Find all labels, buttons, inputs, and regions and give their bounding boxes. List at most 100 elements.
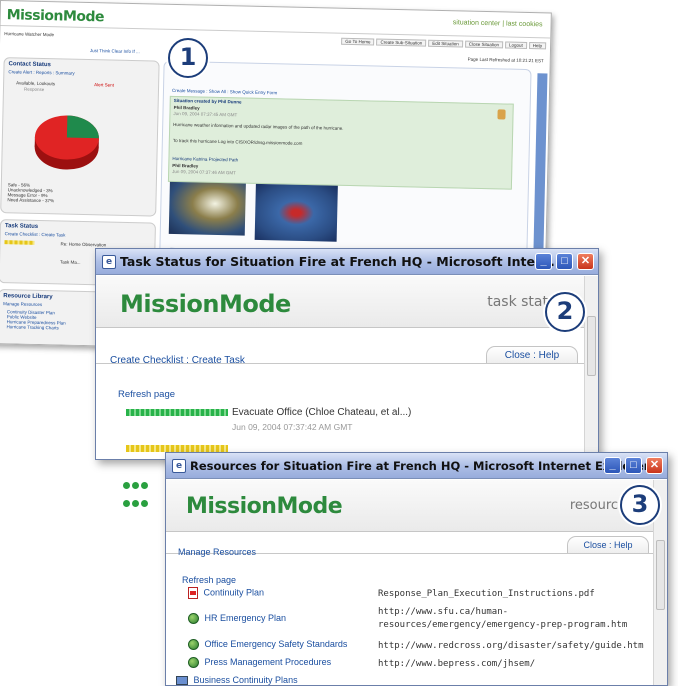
callout-badge-3: 3 bbox=[620, 485, 660, 525]
resource-row-business-continuity[interactable]: Business Continuity Plans bbox=[176, 675, 298, 685]
refresh-page-link[interactable]: Refresh page bbox=[118, 389, 175, 400]
link-separator: | bbox=[502, 20, 505, 28]
task2-progress-bar bbox=[126, 445, 228, 452]
status-dot bbox=[141, 500, 148, 507]
task1-date: Jun 09, 2004 07:37:42 AM GMT bbox=[232, 422, 353, 432]
callout-badge-1: 1 bbox=[168, 38, 208, 78]
resources-titlebar[interactable]: e Resources for Situation Fire at French… bbox=[166, 453, 667, 479]
top-links: situation center | last cookies bbox=[453, 19, 543, 28]
resource-row-press-management[interactable]: Press Management Procedures bbox=[188, 657, 332, 669]
missionmode-logo: MissionMode bbox=[186, 494, 343, 519]
legend-need-assistance: Need Assistance - 37% bbox=[7, 197, 55, 204]
task-status-window: e Task Status for Situation Fire at Fren… bbox=[95, 248, 599, 460]
maximize-button[interactable]: □ bbox=[556, 253, 573, 270]
globe-icon bbox=[188, 639, 199, 651]
status-dot bbox=[132, 482, 139, 489]
task-status-title: Task Status bbox=[4, 223, 39, 230]
main-links[interactable]: Create Message : Show All : Show Quick E… bbox=[172, 88, 277, 95]
scroll-thumb[interactable] bbox=[587, 316, 596, 376]
resource-value: Response_Plan_Execution_Instructions.pdf bbox=[378, 589, 595, 599]
task-status-titlebar[interactable]: e Task Status for Situation Fire at Fren… bbox=[96, 249, 598, 275]
resource-value-continued[interactable]: resources/emergency/emergency-prep-progr… bbox=[378, 620, 627, 630]
folder-icon bbox=[176, 676, 188, 685]
resource-list: Continuity Disaster Plan Public Website … bbox=[7, 309, 66, 330]
minimize-button[interactable]: _ bbox=[604, 457, 621, 474]
resource-name[interactable]: HR Emergency Plan bbox=[205, 613, 287, 623]
page-header: MissionMode resource libr bbox=[166, 480, 653, 532]
ie-icon: e bbox=[172, 458, 186, 473]
lock-icon bbox=[497, 109, 506, 120]
resource-value[interactable]: http://www.bepress.com/jhsem/ bbox=[378, 659, 535, 669]
pdf-icon bbox=[188, 587, 198, 599]
close-window-button[interactable]: ✕ bbox=[646, 457, 663, 474]
resource-library-title: Resource Library bbox=[3, 293, 53, 301]
window-title: Resources for Situation Fire at French H… bbox=[190, 458, 650, 473]
create-sub-situation-button[interactable]: Create Sub-Situation bbox=[376, 38, 427, 47]
missionmode-logo: MissionMode bbox=[6, 7, 105, 26]
resource-name[interactable]: Business Continuity Plans bbox=[194, 675, 298, 685]
status-dot bbox=[141, 482, 148, 489]
post-author: Phil Bradley bbox=[172, 162, 199, 169]
close-help-tab[interactable]: Close : Help bbox=[486, 346, 578, 364]
help-line[interactable]: Just Think Clear Info If ... bbox=[90, 48, 140, 54]
logout-button[interactable]: Logout bbox=[504, 41, 527, 49]
task2-progress-fill bbox=[126, 445, 228, 452]
minimize-button[interactable]: _ bbox=[535, 253, 552, 270]
post-author: Phil Bradley bbox=[173, 104, 200, 111]
contact-status-panel: Contact Status Create Alert : Reports : … bbox=[0, 57, 160, 217]
task-status-dots bbox=[123, 494, 150, 512]
task-item-1[interactable]: Re: Home Observation bbox=[60, 241, 106, 247]
contact-status-legend: Safe - 56% Unacknowledged - 3% Message E… bbox=[7, 182, 54, 203]
toolbar: Go To Home Create Sub-Situation Edit Sit… bbox=[341, 37, 547, 50]
ie-icon: e bbox=[102, 254, 116, 269]
resource-row-hr-emergency-plan[interactable]: HR Emergency Plan bbox=[188, 613, 287, 625]
last-refresh: Page Last Refreshed at 10:21:21 EST bbox=[467, 56, 544, 64]
weather-map-image-1[interactable] bbox=[168, 181, 246, 236]
task1-label[interactable]: Evacuate Office (Chloe Chateau, et al...… bbox=[232, 407, 411, 418]
manage-resources-link[interactable]: Manage Resources bbox=[178, 547, 256, 557]
status-dot bbox=[123, 482, 130, 489]
callout-badge-2: 2 bbox=[545, 292, 585, 332]
task-window-scrollbar[interactable] bbox=[584, 276, 598, 459]
task-status-links[interactable]: Create Checklist : Create Task bbox=[5, 231, 66, 237]
go-home-button[interactable]: Go To Home bbox=[341, 37, 375, 46]
last-cookies-link[interactable]: last cookies bbox=[506, 20, 543, 28]
resource-name[interactable]: Press Management Procedures bbox=[205, 657, 332, 667]
resource-row-office-safety[interactable]: Office Emergency Safety Standards bbox=[188, 639, 348, 651]
create-links[interactable]: Create Checklist : Create Task bbox=[110, 355, 245, 366]
weather-map-image-2[interactable] bbox=[254, 183, 338, 242]
close-help-tab[interactable]: Close : Help bbox=[567, 536, 649, 554]
contact-status-pie-chart bbox=[34, 115, 99, 170]
globe-icon bbox=[188, 613, 199, 625]
task-status-dots bbox=[123, 476, 150, 494]
resource-value[interactable]: http://www.redcross.org/disaster/safety/… bbox=[378, 641, 644, 651]
edit-situation-button[interactable]: Edit Situation bbox=[428, 39, 463, 48]
resource-name[interactable]: Continuity Plan bbox=[204, 587, 265, 597]
divider bbox=[0, 25, 551, 39]
manage-resources-link[interactable]: Manage Resources bbox=[3, 301, 42, 307]
contact-status-links[interactable]: Create Alert : Reports : Summary bbox=[8, 69, 74, 76]
task1-progress-fill bbox=[126, 409, 228, 416]
maximize-button[interactable]: □ bbox=[625, 457, 642, 474]
resource-name[interactable]: Office Emergency Safety Standards bbox=[205, 639, 348, 649]
page-header: MissionMode task stat bbox=[96, 276, 584, 328]
close-situation-button[interactable]: Close Situation bbox=[464, 40, 504, 49]
help-button[interactable]: Help bbox=[528, 42, 547, 50]
resource-row-continuity-plan[interactable]: Continuity Plan bbox=[188, 587, 264, 599]
close-window-button[interactable]: ✕ bbox=[577, 253, 594, 270]
legend-response: Response bbox=[23, 86, 45, 93]
resource-value[interactable]: http://www.sfu.ca/human- bbox=[378, 607, 508, 617]
status-dot bbox=[123, 500, 130, 507]
legend-alert-sent: Alert Sent bbox=[94, 82, 114, 88]
globe-icon bbox=[188, 657, 199, 669]
org-line: Hurricane Watcher Mode bbox=[4, 31, 55, 38]
window-title: Task Status for Situation Fire at French… bbox=[120, 254, 565, 269]
situation-center-link[interactable]: situation center bbox=[453, 19, 501, 27]
resource-item[interactable]: Hurricane Tracking Charts bbox=[7, 324, 66, 330]
scroll-thumb[interactable] bbox=[656, 540, 665, 610]
contact-status-title: Contact Status bbox=[8, 61, 51, 69]
refresh-page-link[interactable]: Refresh page bbox=[182, 575, 236, 585]
header-section-text: task stat bbox=[487, 294, 548, 310]
resources-window: e Resources for Situation Fire at French… bbox=[165, 452, 668, 686]
task-item-2[interactable]: Task Ma... bbox=[60, 259, 81, 264]
